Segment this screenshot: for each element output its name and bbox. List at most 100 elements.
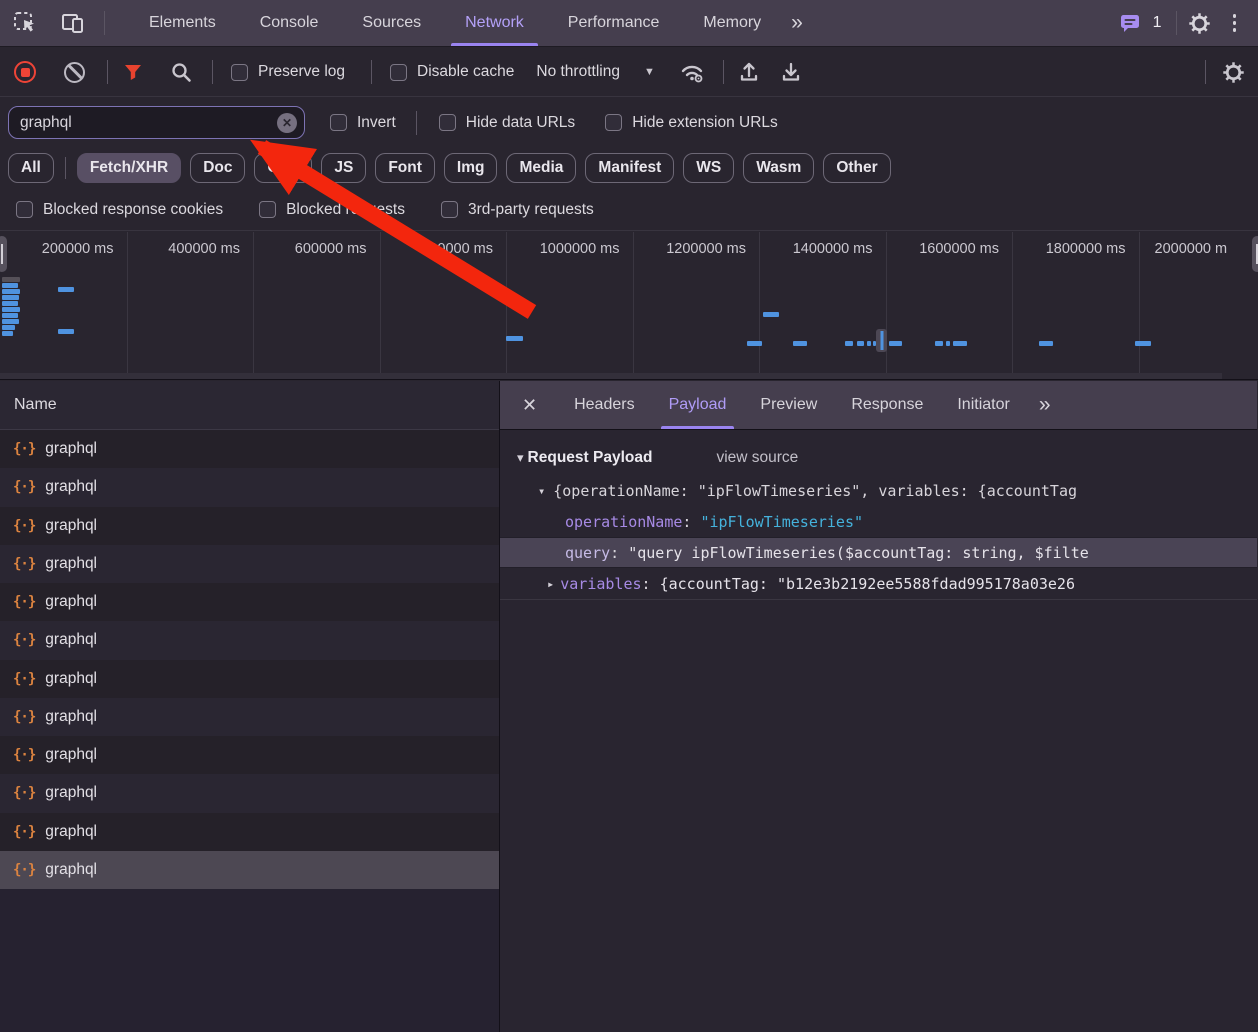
view-source-link[interactable]: view source bbox=[716, 449, 798, 467]
request-row[interactable]: {·}graphql bbox=[0, 774, 499, 812]
timeline-tick-label: 600000 ms bbox=[295, 241, 367, 257]
chip-font[interactable]: Font bbox=[375, 153, 435, 183]
tab-elements[interactable]: Elements bbox=[127, 0, 238, 46]
clear-filter-icon[interactable]: ✕ bbox=[277, 113, 297, 133]
detail-tabbar: ✕ HeadersPayloadPreviewResponseInitiator… bbox=[500, 381, 1257, 430]
network-filter-field[interactable]: ✕ bbox=[8, 106, 305, 139]
preserve-log-checkbox[interactable] bbox=[231, 64, 248, 81]
request-row[interactable]: {·}graphql bbox=[0, 813, 499, 851]
chip-css[interactable]: CSS bbox=[254, 153, 312, 183]
network-conditions-icon[interactable] bbox=[675, 55, 709, 89]
inspect-element-icon[interactable] bbox=[8, 6, 42, 40]
payload-row-query[interactable]: query: "query ipFlowTimeseries($accountT… bbox=[500, 537, 1257, 568]
issues-message-icon[interactable] bbox=[1113, 6, 1147, 40]
payload-row-variables[interactable]: ▸variables: {accountTag: "b12e3b2192ee55… bbox=[500, 568, 1257, 599]
chip-manifest[interactable]: Manifest bbox=[585, 153, 674, 183]
payload-value: "ipFlowTimeseries" bbox=[700, 513, 863, 531]
more-tabs-chevron-icon[interactable]: » bbox=[783, 11, 809, 35]
waterfall-bar bbox=[845, 341, 853, 346]
filter-label: Blocked response cookies bbox=[43, 201, 223, 219]
request-row[interactable]: {·}graphql bbox=[0, 621, 499, 659]
chip-wasm[interactable]: Wasm bbox=[743, 153, 814, 183]
chip-doc[interactable]: Doc bbox=[190, 153, 245, 183]
request-row[interactable]: {·}graphql bbox=[0, 736, 499, 774]
waterfall-bar bbox=[2, 319, 19, 324]
expand-triangle-icon[interactable]: ▸ bbox=[547, 577, 554, 591]
tab-performance[interactable]: Performance bbox=[546, 0, 682, 46]
json-braces-icon: {·} bbox=[13, 441, 35, 457]
divider bbox=[212, 60, 213, 84]
network-settings-gear-icon[interactable] bbox=[1216, 55, 1250, 89]
waterfall-bar bbox=[58, 329, 74, 334]
detail-tab-headers[interactable]: Headers bbox=[557, 381, 651, 429]
network-overview-timeline[interactable]: 200000 ms400000 ms600000 ms800000 ms1000… bbox=[0, 232, 1258, 380]
request-name: graphql bbox=[45, 555, 97, 573]
overview-grip-right[interactable] bbox=[1252, 236, 1258, 272]
payload-row-operationName[interactable]: operationName: "ipFlowTimeseries" bbox=[500, 506, 1257, 537]
menu-dots-icon[interactable] bbox=[1223, 14, 1247, 32]
hide-data-urls-checkbox[interactable] bbox=[439, 114, 456, 131]
export-har-icon[interactable] bbox=[774, 55, 808, 89]
detail-tab-payload[interactable]: Payload bbox=[652, 381, 744, 429]
timeline-gridline bbox=[633, 232, 634, 373]
-rd-party-requests-checkbox[interactable] bbox=[441, 201, 458, 218]
chip-media[interactable]: Media bbox=[506, 153, 576, 183]
import-har-icon[interactable] bbox=[732, 55, 766, 89]
chip-js[interactable]: JS bbox=[321, 153, 366, 183]
request-row[interactable]: {·}graphql bbox=[0, 698, 499, 736]
clear-network-log-button[interactable] bbox=[64, 62, 85, 83]
json-braces-icon: {·} bbox=[13, 785, 35, 801]
request-name: graphql bbox=[45, 593, 97, 611]
timeline-tick-label: 200000 ms bbox=[42, 241, 114, 257]
record-network-log-button[interactable] bbox=[14, 61, 36, 83]
request-row[interactable]: {·}graphql bbox=[0, 660, 499, 698]
network-toolbar: Preserve log Disable cache No throttling… bbox=[0, 48, 1258, 97]
detail-tab-preview[interactable]: Preview bbox=[743, 381, 834, 429]
payload-root-row[interactable]: ▾{operationName: "ipFlowTimeseries", var… bbox=[500, 475, 1257, 506]
chip-all[interactable]: All bbox=[8, 153, 54, 183]
throttling-select[interactable]: No throttling ▼ bbox=[536, 63, 654, 81]
chip-other[interactable]: Other bbox=[823, 153, 890, 183]
waterfall-bar bbox=[2, 301, 18, 306]
network-filter-input[interactable] bbox=[9, 114, 304, 132]
chip-img[interactable]: Img bbox=[444, 153, 498, 183]
request-row[interactable]: {·}graphql bbox=[0, 583, 499, 621]
invert-checkbox[interactable] bbox=[330, 114, 347, 131]
settings-gear-icon[interactable] bbox=[1183, 6, 1217, 40]
name-column-header[interactable]: Name bbox=[0, 381, 499, 430]
divider bbox=[1176, 11, 1177, 35]
chip-ws[interactable]: WS bbox=[683, 153, 734, 183]
request-row[interactable]: {·}graphql bbox=[0, 851, 499, 889]
filter-funnel-icon[interactable] bbox=[116, 55, 150, 89]
request-rows: {·}graphql{·}graphql{·}graphql{·}graphql… bbox=[0, 430, 499, 1032]
blocked-response-cookies-checkbox[interactable] bbox=[16, 201, 33, 218]
json-braces-icon: {·} bbox=[13, 671, 35, 687]
search-icon[interactable] bbox=[164, 55, 198, 89]
request-row[interactable]: {·}graphql bbox=[0, 545, 499, 583]
request-row[interactable]: {·}graphql bbox=[0, 430, 499, 468]
disable-cache-checkbox[interactable] bbox=[390, 64, 407, 81]
request-row[interactable]: {·}graphql bbox=[0, 468, 499, 506]
tab-memory[interactable]: Memory bbox=[681, 0, 783, 46]
chip-fetchxhr[interactable]: Fetch/XHR bbox=[77, 153, 181, 183]
blocked-requests-checkbox[interactable] bbox=[259, 201, 276, 218]
tab-sources[interactable]: Sources bbox=[340, 0, 443, 46]
detail-tab-initiator[interactable]: Initiator bbox=[940, 381, 1026, 429]
tab-console[interactable]: Console bbox=[238, 0, 341, 46]
payload-pane: ▾ Request Payload view source ▾{operatio… bbox=[500, 430, 1257, 1032]
tab-network[interactable]: Network bbox=[443, 0, 546, 46]
collapse-triangle-icon[interactable]: ▾ bbox=[517, 450, 524, 466]
json-braces-icon: {·} bbox=[13, 632, 35, 648]
hide-extension-urls-checkbox[interactable] bbox=[605, 114, 622, 131]
request-row[interactable]: {·}graphql bbox=[0, 507, 499, 545]
more-filters-row: Blocked response cookiesBlocked requests… bbox=[0, 189, 1258, 231]
payload-value: {accountTag: "b12e3b2192ee5588fdad995178… bbox=[660, 575, 1075, 593]
detail-tab-response[interactable]: Response bbox=[834, 381, 940, 429]
payload-value: "query ipFlowTimeseries($accountTag: str… bbox=[628, 544, 1089, 562]
device-toolbar-icon[interactable] bbox=[56, 6, 90, 40]
overview-grip-left[interactable] bbox=[0, 236, 7, 272]
timeline-gridline bbox=[253, 232, 254, 373]
close-detail-icon[interactable]: ✕ bbox=[500, 395, 557, 416]
more-detail-tabs-chevron-icon[interactable]: » bbox=[1031, 393, 1057, 417]
expand-triangle-icon[interactable]: ▾ bbox=[538, 484, 545, 498]
